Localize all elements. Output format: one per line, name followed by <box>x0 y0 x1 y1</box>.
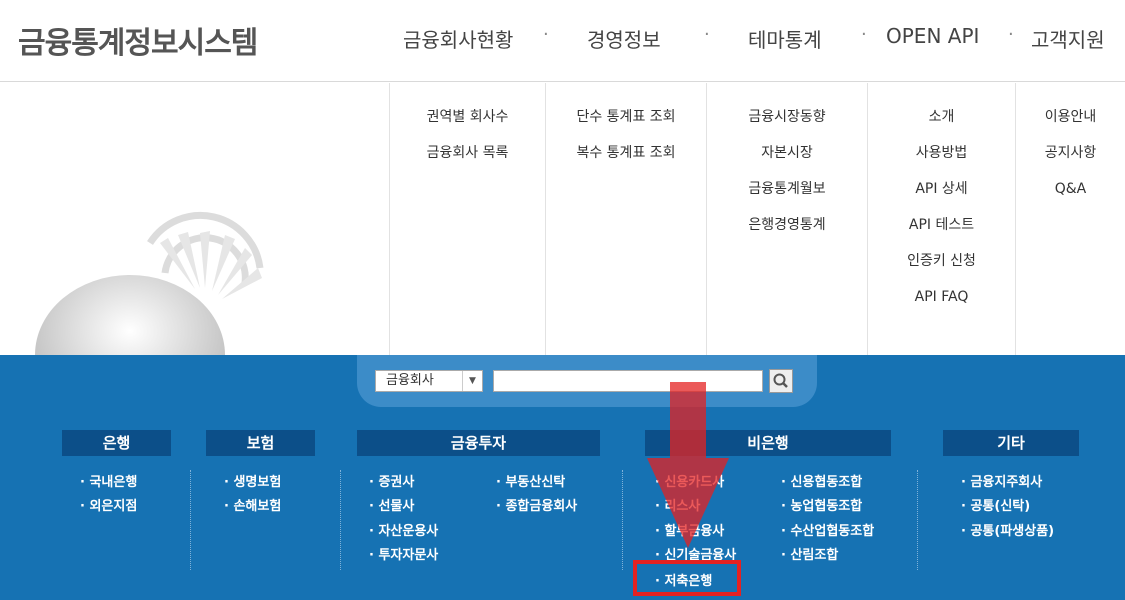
nav-open-api[interactable]: OPEN API <box>886 24 979 48</box>
divider <box>917 470 918 570</box>
submenu-link[interactable]: 자본시장 <box>707 135 867 171</box>
submenu-customer-support: 이용안내 공지사항 Q&A <box>1015 83 1125 355</box>
nav-separator: · <box>861 24 867 45</box>
submenu-link[interactable]: 인증키 신청 <box>868 243 1015 279</box>
link-futures[interactable]: · 선물사 <box>369 495 414 514</box>
link-forestry-coop[interactable]: · 산림조합 <box>781 544 838 563</box>
nav-management-info[interactable]: 경영정보 <box>587 24 661 53</box>
search-icon <box>773 373 788 388</box>
link-asset-management[interactable]: · 자산운용사 <box>369 520 438 539</box>
annotation-highlight-box <box>633 560 741 596</box>
site-logo[interactable]: 금융통계정보시스템 <box>18 18 258 62</box>
link-foreign-bank-branch[interactable]: · 외은지점 <box>80 495 137 514</box>
submenu-link[interactable]: 복수 통계표 조회 <box>546 135 706 171</box>
link-common-derivatives[interactable]: · 공통(파생상품) <box>961 520 1054 539</box>
submenu-link[interactable]: API FAQ <box>868 279 1015 315</box>
category-header-insurance[interactable]: 보험 <box>206 430 315 456</box>
triangle-down-icon[interactable]: ▼ <box>462 371 482 391</box>
divider <box>622 470 623 570</box>
category-header-etc[interactable]: 기타 <box>943 430 1079 456</box>
submenu-link[interactable]: 소개 <box>868 99 1015 135</box>
submenu-link[interactable]: 금융회사 목록 <box>390 135 545 171</box>
submenu-theme-stats: 금융시장동향 자본시장 금융통계월보 은행경영통계 <box>706 83 867 355</box>
submenu-link[interactable]: 금융시장동향 <box>707 99 867 135</box>
link-life-insurance[interactable]: · 생명보험 <box>224 471 281 490</box>
submenu-management-info: 단수 통계표 조회 복수 통계표 조회 <box>545 83 706 355</box>
submenu-link[interactable]: 권역별 회사수 <box>390 99 545 135</box>
submenu-link[interactable]: API 테스트 <box>868 207 1015 243</box>
annotation-arrow-shaft <box>670 382 706 458</box>
link-nonlife-insurance[interactable]: · 손해보험 <box>224 495 281 514</box>
submenu-link[interactable]: 공지사항 <box>1016 135 1125 171</box>
submenu-link[interactable]: Q&A <box>1016 171 1125 207</box>
link-real-estate-trust[interactable]: · 부동산신탁 <box>496 471 565 490</box>
search-type-select[interactable]: 금융회사 ▼ <box>375 370 483 392</box>
link-financial-holding[interactable]: · 금융지주회사 <box>961 471 1042 490</box>
link-credit-union[interactable]: · 신용협동조합 <box>781 471 862 490</box>
nav-separator: · <box>543 24 549 45</box>
nav-company-status[interactable]: 금융회사현황 <box>403 24 513 53</box>
globe-graphic <box>35 212 264 355</box>
submenu-company-status: 권역별 회사수 금융회사 목록 <box>389 83 545 355</box>
nav-theme-stats[interactable]: 테마통계 <box>748 24 822 53</box>
category-header-bank[interactable]: 은행 <box>62 430 171 456</box>
nav-customer-support[interactable]: 고객지원 <box>1031 24 1105 53</box>
link-merchant-bank[interactable]: · 종합금융회사 <box>496 495 577 514</box>
nav-separator: · <box>704 24 710 45</box>
submenu-link[interactable]: 은행경영통계 <box>707 207 867 243</box>
link-securities[interactable]: · 증권사 <box>369 471 414 490</box>
link-domestic-bank[interactable]: · 국내은행 <box>80 471 137 490</box>
search-bar: 금융회사 ▼ <box>357 355 817 407</box>
link-common-trust[interactable]: · 공통(신탁) <box>961 495 1030 514</box>
link-fisheries-coop[interactable]: · 수산업협동조합 <box>781 520 874 539</box>
search-select-value: 금융회사 <box>386 373 434 388</box>
top-header: 금융통계정보시스템 금융회사현황 · 경영정보 · 테마통계 · OPEN AP… <box>0 0 1125 82</box>
link-investment-advisory[interactable]: · 투자자문사 <box>369 544 438 563</box>
search-button[interactable] <box>769 369 793 393</box>
divider <box>190 470 191 570</box>
divider <box>340 470 341 570</box>
submenu-link[interactable]: 사용방법 <box>868 135 1015 171</box>
submenu-link[interactable]: API 상세 <box>868 171 1015 207</box>
submenu-link[interactable]: 단수 통계표 조회 <box>546 99 706 135</box>
submenu-link[interactable]: 금융통계월보 <box>707 171 867 207</box>
submenu-open-api: 소개 사용방법 API 상세 API 테스트 인증키 신청 API FAQ <box>867 83 1015 355</box>
decorative-globe-visual <box>0 83 389 355</box>
link-agricultural-coop[interactable]: · 농업협동조합 <box>781 495 862 514</box>
category-header-investment[interactable]: 금융투자 <box>357 430 600 456</box>
search-input[interactable] <box>493 370 763 392</box>
annotation-arrow-head <box>647 458 729 548</box>
nav-separator: · <box>1008 24 1014 45</box>
submenu-link[interactable]: 이용안내 <box>1016 99 1125 135</box>
